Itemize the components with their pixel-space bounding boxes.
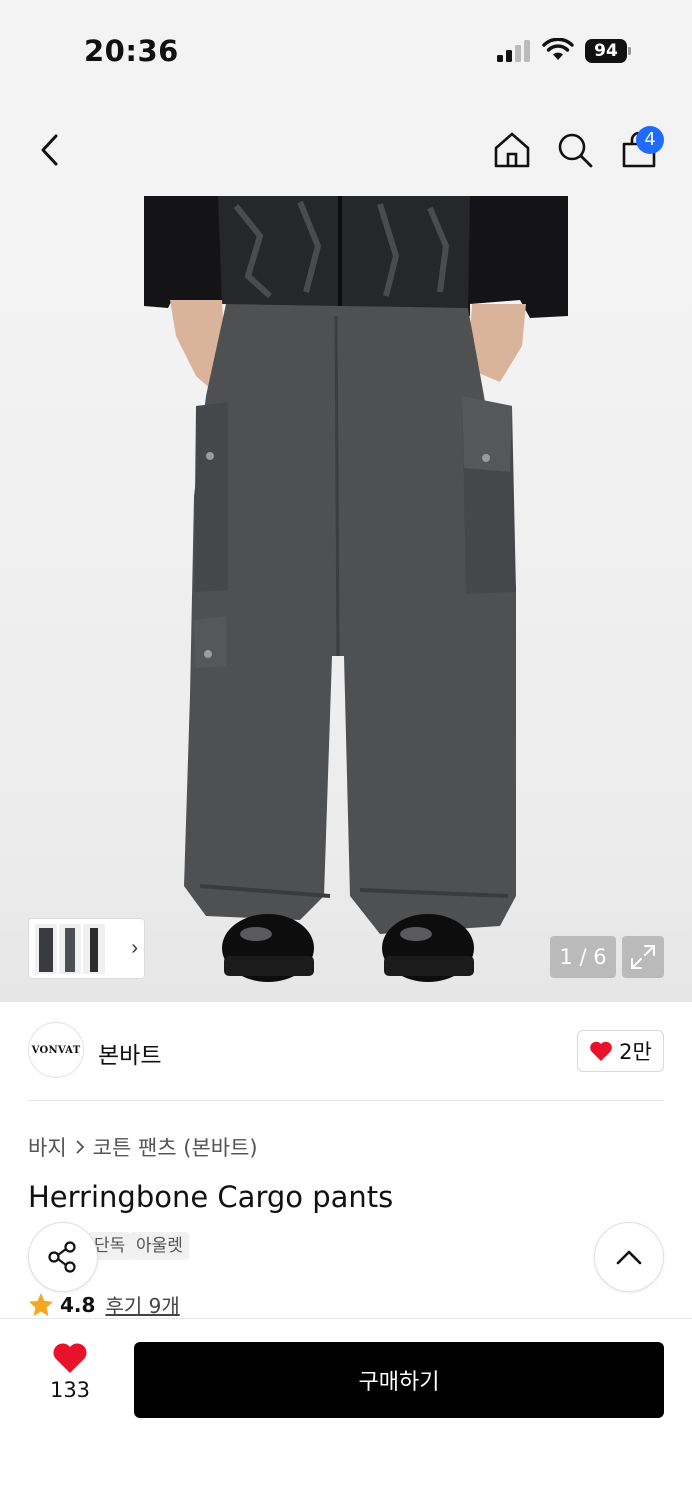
expand-icon (631, 945, 655, 969)
thumbnail (35, 923, 57, 974)
brand-name[interactable]: 본바트 (98, 1036, 161, 1070)
back-arrow-icon (41, 134, 58, 166)
home-button[interactable] (488, 126, 536, 174)
wishlist-button[interactable]: 133 (40, 1342, 100, 1418)
divider (28, 1100, 664, 1101)
home-icon (494, 132, 530, 168)
chevron-right-icon: › (131, 937, 138, 959)
breadcrumb: 바지 코튼 팬츠 (본바트) (28, 1132, 258, 1162)
wifi-icon (542, 38, 574, 60)
expand-image-button[interactable] (622, 936, 664, 978)
rating-row: 4.8 후기 9개 (28, 1290, 180, 1319)
scroll-to-top-button[interactable] (594, 1222, 664, 1292)
thumbnail (83, 923, 105, 974)
brand-like-count: 2만 (619, 1040, 652, 1064)
product-tag: 아울렛 (130, 1232, 189, 1260)
cellular-signal-icon (497, 40, 530, 62)
battery-nub (628, 47, 631, 55)
review-link[interactable]: 후기 9개 (105, 1290, 179, 1319)
breadcrumb-category[interactable]: 바지 (28, 1132, 67, 1162)
thumbnail-strip[interactable]: › (28, 918, 145, 979)
cart-count-badge: 4 (636, 126, 664, 154)
search-icon (558, 133, 593, 168)
wishlist-count: 133 (49, 1378, 91, 1402)
product-title: Herringbone Cargo pants (28, 1180, 394, 1214)
image-counter: 1 / 6 (550, 936, 616, 978)
status-time: 20:36 (84, 34, 179, 68)
product-photo-illustration (144, 196, 568, 982)
buy-button[interactable]: 구매하기 (134, 1342, 664, 1418)
top-nav-bar (0, 100, 692, 196)
back-button[interactable] (26, 126, 74, 174)
product-image[interactable] (0, 196, 692, 1002)
share-icon (48, 1241, 76, 1273)
battery-indicator: 94 (585, 39, 631, 63)
breadcrumb-subcategory[interactable]: 코튼 팬츠 (본바트) (93, 1132, 258, 1162)
heart-icon (590, 1041, 612, 1061)
thumbnail (59, 923, 81, 974)
search-button[interactable] (551, 126, 599, 174)
brand-logo[interactable]: VONVAT (28, 1022, 84, 1078)
rating-value: 4.8 (60, 1292, 96, 1317)
status-bar: 20:36 94 (0, 0, 692, 100)
battery-level: 94 (585, 39, 627, 63)
chevron-right-icon (76, 1140, 84, 1154)
heart-icon (53, 1343, 87, 1373)
share-button[interactable] (28, 1222, 98, 1292)
star-icon (29, 1292, 53, 1316)
chevron-up-icon (616, 1250, 642, 1265)
brand-like-button[interactable]: 2만 (577, 1030, 664, 1072)
